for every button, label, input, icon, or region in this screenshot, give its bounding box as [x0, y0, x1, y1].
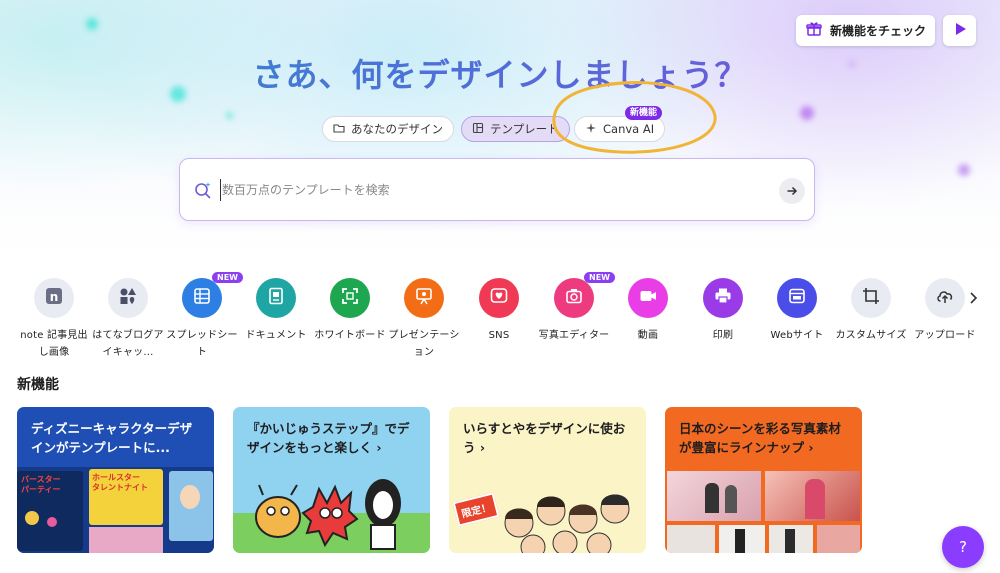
- feature-card-disney[interactable]: ディズニーキャラクターデザインがテンプレートに... バースター パーティー ホ…: [17, 407, 214, 553]
- category-label: SNS: [488, 330, 510, 341]
- category-label: ドキュメント: [245, 330, 307, 341]
- heart-icon: [489, 286, 509, 310]
- category-print[interactable]: 印刷: [685, 278, 761, 344]
- spreadsheet-icon: [192, 286, 212, 310]
- category-presentation[interactable]: プレゼンテーション: [386, 278, 462, 361]
- feature-card-japan-photos[interactable]: 日本のシーンを彩る写真素材が豊富にラインナップ ›: [665, 407, 862, 553]
- search-submit-button[interactable]: [779, 178, 805, 204]
- feature-card-kaiju-step[interactable]: 『かいじゅうステップ』でデザインをもっと楽しく ›: [233, 407, 430, 553]
- arrow-right-icon: [786, 182, 798, 201]
- card-title: 日本のシーンを彩る写真素材が豊富にラインナップ ›: [679, 421, 841, 455]
- page-headline: さあ、何をデザインしましょう？: [0, 50, 1000, 96]
- category-label: はてなブログアイキャッ...: [92, 330, 164, 358]
- card-illustration: バースター パーティー ホールスター タレントナイト: [17, 467, 214, 553]
- category-custom-size[interactable]: カスタムサイズ: [833, 278, 909, 344]
- photo-collage: [665, 469, 862, 553]
- category-label: 動画: [637, 330, 659, 341]
- scroll-right-button[interactable]: [965, 290, 981, 306]
- upload-icon: [935, 286, 955, 310]
- magic-search-icon: [194, 181, 212, 203]
- category-document[interactable]: ドキュメント: [238, 278, 314, 344]
- card-title: いらすとやをデザインに使おう ›: [463, 421, 626, 455]
- note-icon: n: [44, 286, 64, 310]
- card-title: ディズニーキャラクターデザインがテンプレートに...: [31, 421, 193, 455]
- kaiju-illustration: [255, 479, 401, 550]
- whiteboard-icon: [340, 286, 360, 310]
- section-title: 新機能: [17, 377, 59, 393]
- category-whiteboard[interactable]: ホワイトボード: [312, 278, 388, 344]
- card-title: 『かいじゅうステップ』でデザインをもっと楽しく ›: [247, 421, 410, 455]
- template-search-box: [179, 158, 815, 221]
- chevron-right-icon: [965, 291, 981, 310]
- new-badge: 新機能: [625, 106, 663, 120]
- presentation-icon: [414, 286, 434, 310]
- sparkle-icon: [585, 122, 597, 137]
- camera-icon: [564, 286, 584, 310]
- video-icon: [638, 286, 658, 310]
- tab-label: あなたのデザイン: [351, 122, 443, 136]
- sparkle-decoration: [958, 164, 970, 176]
- sparkle-decoration: [800, 106, 814, 120]
- category-label: note 記事見出し画像: [20, 330, 88, 358]
- svg-text:n: n: [50, 290, 59, 304]
- category-label: スプレッドシート: [166, 330, 238, 358]
- folder-icon: [333, 122, 345, 137]
- category-label: プレゼンテーション: [388, 330, 460, 358]
- category-video[interactable]: 動画: [610, 278, 686, 344]
- poster-text: バースター パーティー: [21, 475, 61, 494]
- category-hatena-blog[interactable]: はてなブログアイキャッ...: [90, 278, 166, 361]
- category-label: アップロード: [914, 330, 976, 341]
- irasutoya-illustration: [504, 494, 630, 553]
- tab-label: Canva AI: [603, 122, 655, 136]
- help-button[interactable]: ?: [942, 526, 984, 568]
- website-icon: [787, 286, 807, 310]
- shapes-icon: [118, 286, 138, 310]
- category-label: Webサイト: [770, 330, 824, 341]
- category-spreadsheet[interactable]: NEW スプレッドシート: [164, 272, 243, 361]
- tab-templates[interactable]: テンプレート: [461, 116, 570, 142]
- document-icon: [266, 286, 286, 310]
- category-label: ホワイトボード: [314, 330, 386, 341]
- sparkle-decoration: [226, 112, 233, 119]
- category-label: 印刷: [712, 330, 734, 341]
- category-photo-editor[interactable]: NEW 写真エディター: [536, 272, 615, 344]
- tab-label: テンプレート: [490, 122, 559, 136]
- sparkle-decoration: [86, 18, 98, 30]
- category-website[interactable]: Webサイト: [759, 278, 835, 344]
- category-label: カスタムサイズ: [835, 330, 907, 341]
- template-icon: [472, 122, 484, 137]
- category-sns[interactable]: SNS: [461, 278, 537, 344]
- search-input[interactable]: [220, 179, 760, 201]
- poster-text: ホールスター タレントナイト: [92, 473, 148, 492]
- play-button[interactable]: [943, 15, 976, 46]
- category-note[interactable]: n note 記事見出し画像: [16, 278, 92, 361]
- new-features-label: 新機能をチェック: [830, 24, 927, 38]
- gift-icon: [806, 21, 822, 40]
- feature-card-irasutoya[interactable]: いらすとやをデザインに使おう › 限定！: [449, 407, 646, 553]
- printer-icon: [713, 286, 733, 310]
- new-features-button[interactable]: 新機能をチェック: [796, 15, 935, 46]
- category-label: 写真エディター: [538, 330, 610, 341]
- tab-your-designs[interactable]: あなたのデザイン: [322, 116, 454, 142]
- question-icon: ?: [959, 538, 967, 556]
- play-icon: [953, 21, 967, 40]
- crop-icon: [861, 286, 881, 310]
- category-upload[interactable]: アップロード: [907, 278, 983, 344]
